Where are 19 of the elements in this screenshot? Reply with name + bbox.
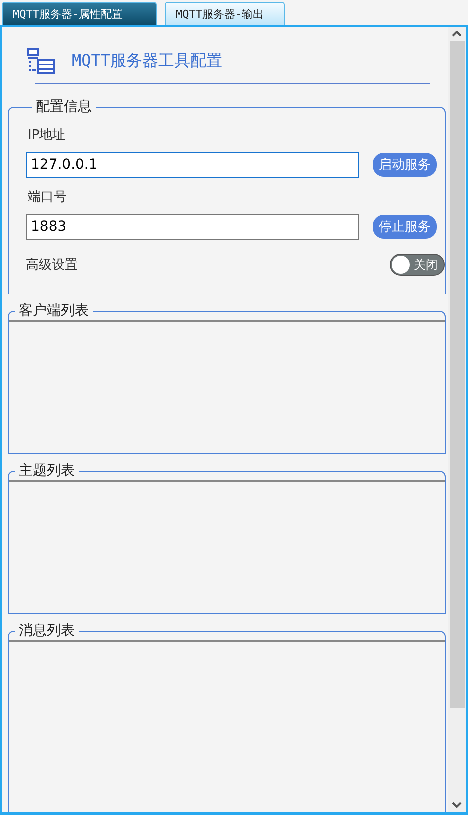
group-title: 消息列表 (18, 622, 76, 640)
input-field[interactable]: 127.0.0.1 (26, 152, 359, 178)
tab[interactable]: MQTT服务器-输出 (165, 2, 285, 25)
service-button[interactable]: 启动服务 (373, 153, 437, 177)
scroll-down-icon[interactable] (452, 802, 462, 808)
service-button[interactable]: 停止服务 (373, 215, 437, 239)
scroll-up-icon[interactable] (452, 31, 462, 37)
setting-label: 高级设置 (26, 257, 78, 274)
group-title: 配置信息 (35, 98, 93, 116)
server-icon (26, 47, 56, 75)
input-field[interactable]: 1883 (26, 214, 359, 240)
scrollbar[interactable] (448, 27, 466, 812)
tab[interactable]: MQTT服务器-属性配置 (2, 2, 157, 25)
page-title: MQTT服务器工具配置 (72, 50, 223, 72)
group-title: 客户端列表 (18, 302, 90, 320)
field-label: 端口号 (28, 189, 68, 206)
field-label: IP地址 (28, 127, 67, 144)
toggle-switch[interactable]: 关闭 (390, 254, 445, 276)
group-title: 主题列表 (18, 462, 76, 480)
